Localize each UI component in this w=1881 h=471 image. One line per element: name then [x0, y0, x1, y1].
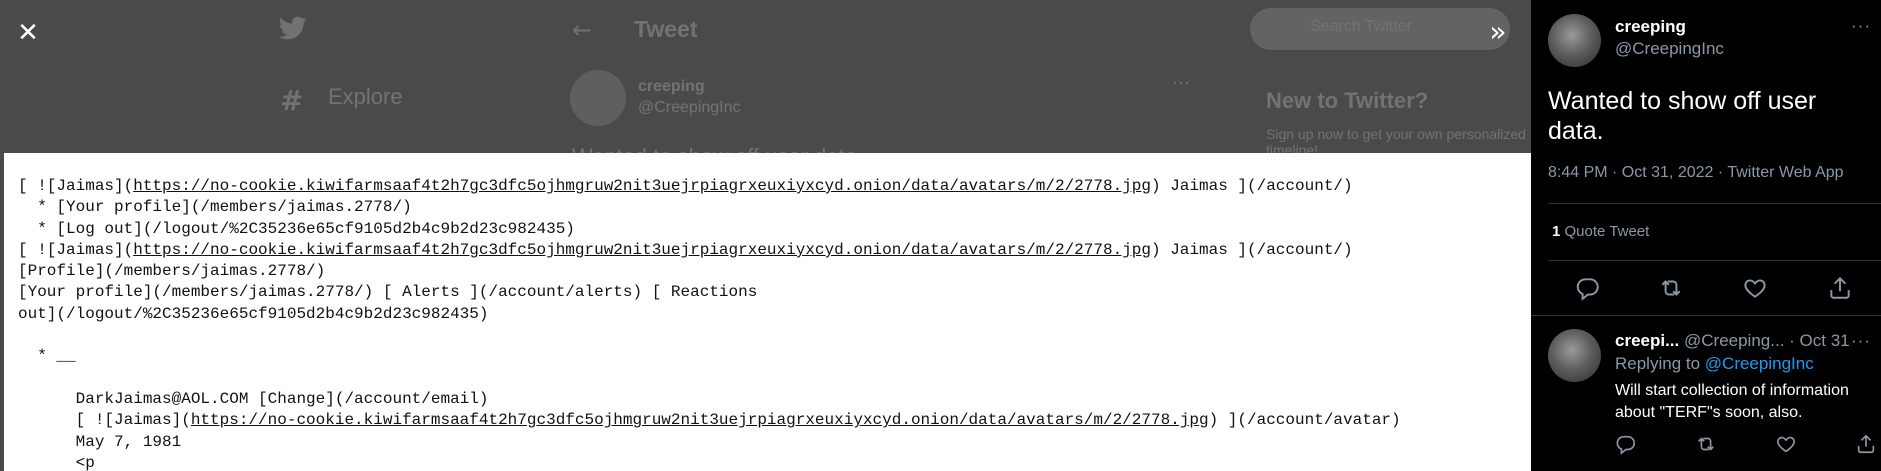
image-text-block: [ ![Jaimas](https://no-cookie.kiwifarmsa…	[4, 153, 1531, 471]
image-text-line: * [Your profile](/members/jaimas.2778/)	[18, 198, 412, 217]
reply-icon[interactable]	[1615, 433, 1637, 455]
image-text-line: [Your profile](/members/jaimas.2778/) [ …	[18, 283, 757, 301]
avatar	[570, 70, 626, 126]
replying-to: Replying to @CreepingInc	[1615, 354, 1814, 374]
author-handle[interactable]: @CreepingInc	[1615, 39, 1724, 59]
more-horizontal-icon[interactable]: ···	[1851, 331, 1871, 351]
image-text-line: [ ![Jaimas](https://no-cookie.kiwifarmsa…	[18, 177, 1353, 195]
image-text-segment: out](/logout/%2C35236e65cf9105d2b4c9b2d2…	[18, 304, 489, 323]
image-text-line: out](/logout/%2C35236e65cf9105d2b4c9b2d2…	[18, 305, 488, 323]
tweet-timestamp[interactable]: 8:44 PM · Oct 31, 2022 · Twitter Web App	[1548, 164, 1844, 182]
image-text-url: https://no-cookie.kiwifarmsaaf4t2h7gc3df…	[190, 411, 1209, 430]
image-text-segment: * [Your profile](/members/jaimas.2778/)	[18, 198, 412, 217]
quote-label: Quote Tweet	[1564, 223, 1650, 240]
replying-prefix: Replying to	[1615, 354, 1705, 373]
heart-icon[interactable]	[1742, 275, 1768, 301]
image-text-segment: ) Jaimas ](/account/)	[1150, 177, 1353, 195]
divider	[1548, 260, 1881, 261]
image-text-line: May 7, 1981	[18, 432, 182, 451]
image-text-url: https://no-cookie.kiwifarmsaaf4t2h7gc3df…	[133, 177, 1151, 195]
image-text-url: https://no-cookie.kiwifarmsaaf4t2h7gc3df…	[133, 240, 1151, 259]
share-icon[interactable]	[1855, 433, 1877, 455]
tweet-image: [ ![Jaimas](https://no-cookie.kiwifarmsa…	[4, 153, 1531, 471]
author-name[interactable]: creeping	[1615, 17, 1686, 37]
more-horizontal-icon[interactable]: ···	[1851, 16, 1871, 36]
image-text-segment: May 7, 1981	[18, 432, 182, 451]
replying-handle-link[interactable]: @CreepingInc	[1705, 354, 1814, 373]
quote-tweet-count[interactable]: 1 Quote Tweet	[1552, 223, 1649, 240]
image-text-line: [ ![Jaimas](https://no-cookie.kiwifarmsa…	[18, 411, 1401, 429]
image-text-segment: ) ](/account/avatar)	[1208, 411, 1401, 430]
image-text-line: DarkJaimas@AOL.COM [Change](/account/ema…	[18, 389, 489, 408]
image-text-segment: [Your profile](/members/jaimas.2778/) [ …	[18, 283, 758, 302]
retweet-icon[interactable]	[1658, 275, 1684, 301]
image-text-line: * [Log out](/logout/%2C35236e65cf9105d2b…	[18, 220, 575, 238]
close-icon[interactable]: ✕	[14, 19, 42, 47]
tweet-detail-panel: creeping @CreepingInc ··· Wanted to show…	[1531, 0, 1881, 471]
author-name: creeping	[638, 78, 705, 95]
avatar[interactable]	[1548, 14, 1601, 67]
reply-icon[interactable]	[1575, 275, 1601, 301]
page-heading: Tweet	[634, 16, 698, 42]
share-icon[interactable]	[1827, 275, 1853, 301]
image-text-segment: [ ![Jaimas](	[18, 411, 191, 430]
hashtag-icon: #	[280, 84, 304, 117]
image-text-segment: * [Log out](/logout/%2C35236e65cf9105d2b…	[18, 219, 575, 238]
image-text-line: <p	[18, 454, 95, 471]
author-handle: @CreepingInc	[638, 99, 741, 116]
new-to-twitter-heading: New to Twitter?	[1266, 88, 1429, 113]
back-arrow-icon: ←	[572, 16, 593, 44]
divider	[1548, 203, 1881, 204]
image-text-line: [ ![Jaimas](https://no-cookie.kiwifarmsa…	[18, 241, 1353, 259]
image-text-segment: <p	[18, 453, 95, 471]
reply-meta[interactable]: @Creeping... · Oct 31	[1684, 331, 1850, 351]
nav-explore-label: Explore	[328, 84, 403, 109]
chevron-double-right-icon[interactable]: »	[1484, 18, 1512, 47]
image-text-segment: * __	[18, 347, 76, 366]
avatar[interactable]	[1548, 329, 1601, 382]
image-text-segment: [ ![Jaimas](	[18, 240, 134, 259]
tweet-text: Wanted to show off user data.	[1548, 87, 1817, 145]
reply-text: Will start collection of information abo…	[1615, 382, 1849, 421]
media-viewer: # Explore ← Tweet creeping @CreepingInc …	[0, 0, 1531, 471]
image-text-segment: [Profile](/members/jaimas.2778/)	[18, 262, 326, 281]
retweet-icon[interactable]	[1695, 433, 1717, 455]
reply-author-name[interactable]: creepi...	[1615, 331, 1679, 351]
image-text-segment: [ ![Jaimas](	[18, 177, 134, 195]
image-text-segment: ) Jaimas ](/account/)	[1150, 240, 1353, 259]
image-text-line: * __	[18, 347, 76, 366]
image-text-line: [Profile](/members/jaimas.2778/)	[18, 262, 325, 280]
search-placeholder: Search Twitter	[1310, 18, 1412, 35]
quote-count: 1	[1552, 223, 1561, 240]
heart-icon[interactable]	[1775, 433, 1797, 455]
twitter-logo-icon	[278, 16, 307, 40]
more-icon: ···	[1172, 72, 1190, 92]
image-text-segment: DarkJaimas@AOL.COM [Change](/account/ema…	[18, 389, 489, 408]
divider	[1531, 315, 1881, 316]
